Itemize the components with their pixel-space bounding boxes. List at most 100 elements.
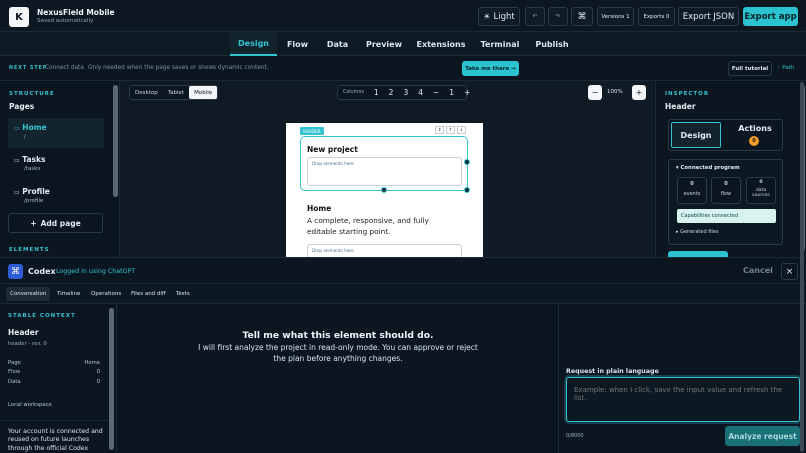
page-item-tasks[interactable]: ▭ Tasks /tasks: [8, 150, 104, 180]
codex-tab-tests[interactable]: Tests: [172, 287, 194, 301]
codex-tab-files-diff[interactable]: Files and diff: [127, 287, 170, 301]
device-desktop[interactable]: Desktop: [130, 86, 163, 99]
codex-tab-conversation[interactable]: Conversation: [6, 287, 51, 301]
structure-scrollbar[interactable]: [113, 85, 118, 197]
device-mobile[interactable]: Mobile: [189, 86, 218, 99]
columns-decrement-button[interactable]: −: [428, 86, 444, 99]
undo-icon: ↶: [532, 13, 538, 20]
columns-option-1[interactable]: 1: [369, 86, 384, 99]
request-label: Request in plain language: [566, 368, 659, 375]
account-note: Your account is connected and reused on …: [8, 428, 103, 452]
next-step-text: Only needed when the page saves or shows…: [88, 65, 269, 71]
move-down-icon[interactable]: ↓: [457, 126, 466, 134]
stable-context-panel: STABLE CONTEXT Header header - rev. 0 Pa…: [0, 304, 117, 453]
redo-button[interactable]: ↷: [548, 7, 568, 26]
actions-count-badge: 0: [749, 136, 759, 146]
capabilities-status: Capabilities connected: [677, 209, 776, 223]
header-element[interactable]: New project Drop elements here: [300, 136, 468, 191]
codex-title: Codex: [28, 267, 56, 276]
conversation-pane: Tell me what this element should do. I w…: [118, 304, 558, 453]
close-codex-button[interactable]: ×: [781, 263, 798, 280]
tab-preview[interactable]: Preview: [362, 32, 406, 56]
export-json-button[interactable]: Export JSON: [678, 7, 739, 26]
app-logo: K: [9, 7, 29, 27]
redo-icon: ↷: [555, 13, 561, 20]
next-step-bar: NEXT STEP Connect data Only needed when …: [0, 56, 806, 81]
connected-program-toggle[interactable]: ▾ Connected program: [676, 165, 740, 171]
header-controls: ⇕ ↑ ↓: [435, 126, 466, 134]
main-tabs: Design Flow Data Preview Extensions Term…: [0, 32, 806, 56]
page-icon: ▭: [14, 125, 20, 132]
codex-tab-timeline[interactable]: Timeline: [53, 287, 84, 301]
zoom-level: 100%: [607, 89, 623, 95]
columns-control: Columns 1 2 3 4 − 1 +: [337, 85, 470, 100]
mobile-frame: HEADER ⇕ ↑ ↓ New project Drop elements h…: [286, 123, 483, 257]
analyze-request-button[interactable]: Analyze request: [725, 426, 800, 446]
columns-option-3[interactable]: 3: [398, 86, 413, 99]
context-workspace: Local workspace: [8, 402, 52, 408]
tab-data[interactable]: Data: [320, 32, 355, 56]
path-link[interactable]: ◦ Path: [777, 65, 794, 71]
exports-button[interactable]: Exports 0: [638, 7, 675, 26]
context-title: STABLE CONTEXT: [8, 313, 76, 319]
stat-data-sources: 0 data sources: [746, 177, 776, 204]
request-panel: Request in plain language 0/8000 Analyze…: [558, 304, 806, 453]
take-me-there-button[interactable]: Take me there →: [462, 61, 519, 76]
conversation-heading: Tell me what this element should do.: [242, 330, 434, 341]
zoom-in-button[interactable]: +: [632, 85, 646, 100]
page-icon: ▭: [14, 157, 20, 164]
columns-value: 1: [449, 88, 455, 97]
inspector-title: INSPECTOR: [665, 91, 710, 97]
columns-increment-button[interactable]: +: [459, 86, 475, 99]
home-title: Home: [307, 204, 332, 213]
codex-tabs: Conversation Timeline Operations Files a…: [0, 284, 806, 304]
structure-panel: STRUCTURE Pages ▭ Home / ▭ Tasks /tasks …: [0, 81, 120, 257]
move-icon[interactable]: ⇕: [435, 126, 444, 134]
close-icon: ×: [785, 266, 794, 277]
tab-publish[interactable]: Publish: [532, 32, 572, 56]
cancel-button[interactable]: Cancel: [743, 266, 773, 275]
columns-option-4[interactable]: 4: [413, 86, 428, 99]
versions-button[interactable]: Versions 1: [597, 7, 634, 26]
page-icon: ▭: [14, 189, 20, 196]
full-tutorial-button[interactable]: Full tutorial: [728, 61, 772, 76]
generated-files-toggle[interactable]: ▸ Generated files: [676, 229, 718, 235]
context-row-page: Page Home: [8, 360, 100, 366]
command-button[interactable]: ⌘: [571, 7, 593, 26]
context-element: Header: [8, 328, 39, 337]
move-up-icon[interactable]: ↑: [446, 126, 455, 134]
tab-flow[interactable]: Flow: [280, 32, 315, 56]
columns-option-2[interactable]: 2: [384, 86, 399, 99]
page-item-profile[interactable]: ▭ Profile /profile: [8, 182, 104, 212]
conversation-body: I will first analyze the project in read…: [198, 343, 478, 363]
home-description: A complete, responsive, and fully editab…: [307, 216, 429, 236]
resize-handle-bottom[interactable]: [381, 187, 387, 193]
context-scrollbar[interactable]: [109, 308, 114, 450]
undo-button[interactable]: ↶: [525, 7, 545, 26]
export-app-button[interactable]: Export app: [743, 7, 798, 26]
theme-toggle-button[interactable]: ☀ Light: [478, 7, 520, 26]
tab-terminal[interactable]: Terminal: [476, 32, 524, 56]
next-step-label: NEXT STEP: [9, 66, 48, 71]
page-item-home[interactable]: ▭ Home /: [8, 118, 104, 148]
context-divider: [0, 420, 110, 421]
page-scrollbar[interactable]: [800, 82, 804, 452]
add-page-button[interactable]: + Add page: [8, 213, 103, 233]
resize-handle-right[interactable]: [464, 159, 470, 165]
drop-zone[interactable]: Drop elements here: [307, 157, 462, 186]
device-tablet[interactable]: Tablet: [163, 86, 189, 99]
inspector-tab-actions[interactable]: Actions: [729, 124, 781, 133]
request-input[interactable]: [566, 377, 800, 422]
elements-title: ELEMENTS: [9, 247, 50, 253]
tab-extensions[interactable]: Extensions: [415, 32, 467, 56]
codex-login-status: Logged in using ChatGPT: [56, 268, 136, 275]
drop-zone-secondary[interactable]: Drop elements here: [307, 244, 462, 257]
inspector-element-name: Header: [665, 102, 696, 111]
tab-design[interactable]: Design: [230, 32, 277, 56]
resize-handle-corner[interactable]: [464, 187, 470, 193]
stat-events: 0 events: [677, 177, 707, 204]
codex-tab-operations[interactable]: Operations: [87, 287, 125, 301]
inspector-tab-design[interactable]: Design: [671, 122, 721, 148]
inspector-panel: INSPECTOR Header Design Actions 0 ▾ Conn…: [655, 81, 806, 257]
zoom-out-button[interactable]: −: [588, 85, 602, 100]
